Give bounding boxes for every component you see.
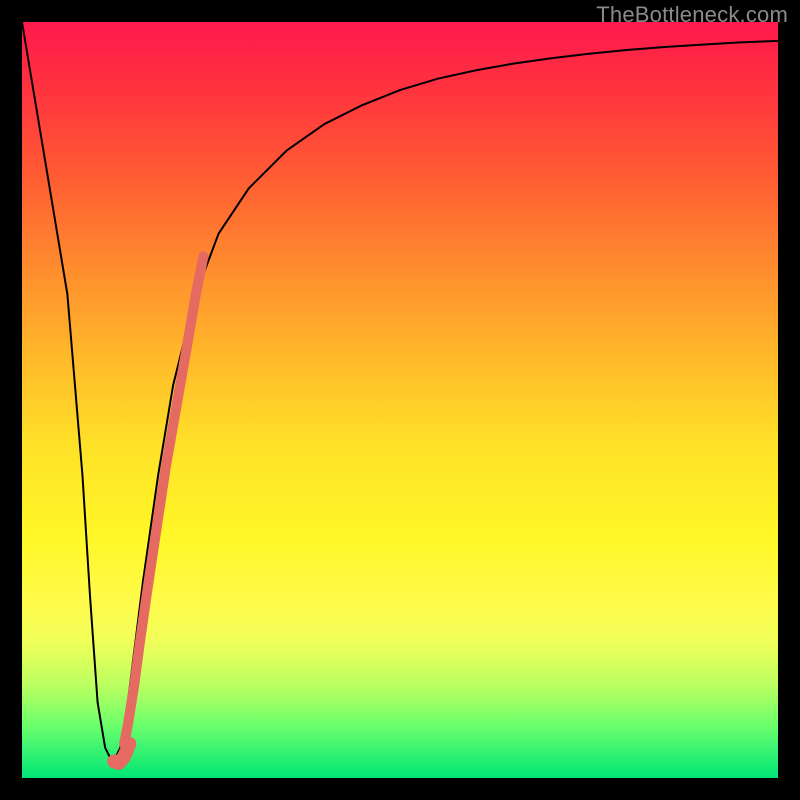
- series-group: [22, 22, 778, 763]
- chart-container: TheBottleneck.com: [0, 0, 800, 800]
- chart-svg: [22, 22, 778, 778]
- series-highlight-segment: [124, 256, 203, 744]
- plot-area: [22, 22, 778, 778]
